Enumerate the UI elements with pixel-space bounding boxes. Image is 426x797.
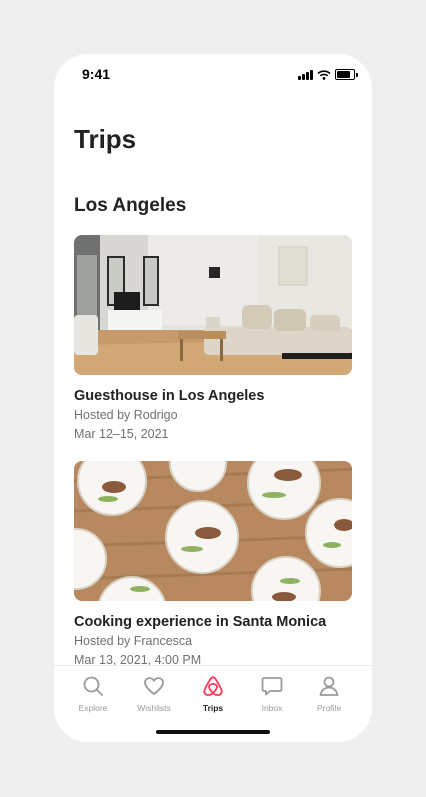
phone-frame: 9:41 Trips Los Angeles Guesthouse in Los… [54,54,372,742]
status-time: 9:41 [82,66,111,82]
tab-wishlists[interactable]: Wishlists [124,675,184,713]
trip-2-title[interactable]: Cooking experience in Santa Monica [74,614,326,630]
profile-icon [319,676,339,696]
cellular-signal-icon [298,69,313,80]
status-icons [298,69,358,80]
battery-tip [356,72,358,77]
page-title: Trips [74,124,137,154]
airbnb-logo-icon [203,676,223,696]
status-bar: 9:41 [54,54,372,94]
home-indicator [156,730,270,734]
tab-explore-label: Explore [78,703,108,713]
heart-icon [144,677,164,695]
tab-inbox[interactable]: Inbox [242,675,302,713]
trip-1-host: Hosted by Rodrigo [74,408,178,422]
tab-trips[interactable]: Trips [183,675,243,713]
wifi-icon [317,69,331,80]
battery-icon [335,69,355,80]
tab-wishlists-label: Wishlists [137,703,171,713]
tab-trips-label: Trips [202,703,224,713]
tab-explore[interactable]: Explore [63,675,123,713]
trip-section-title[interactable]: Los Angeles [74,195,186,217]
trip-1-title[interactable]: Guesthouse in Los Angeles [74,388,264,404]
guesthouse-photo[interactable] [74,235,352,375]
trip-2-host: Hosted by Francesca [74,634,193,648]
trip-1-dates: Mar 12–15, 2021 [74,427,169,441]
tab-inbox-label: Inbox [261,703,283,713]
chat-bubble-icon [261,677,283,696]
tab-profile[interactable]: Profile [299,675,359,713]
tab-profile-label: Profile [316,703,342,713]
search-icon [83,676,103,696]
cooking-photo[interactable] [74,461,352,601]
